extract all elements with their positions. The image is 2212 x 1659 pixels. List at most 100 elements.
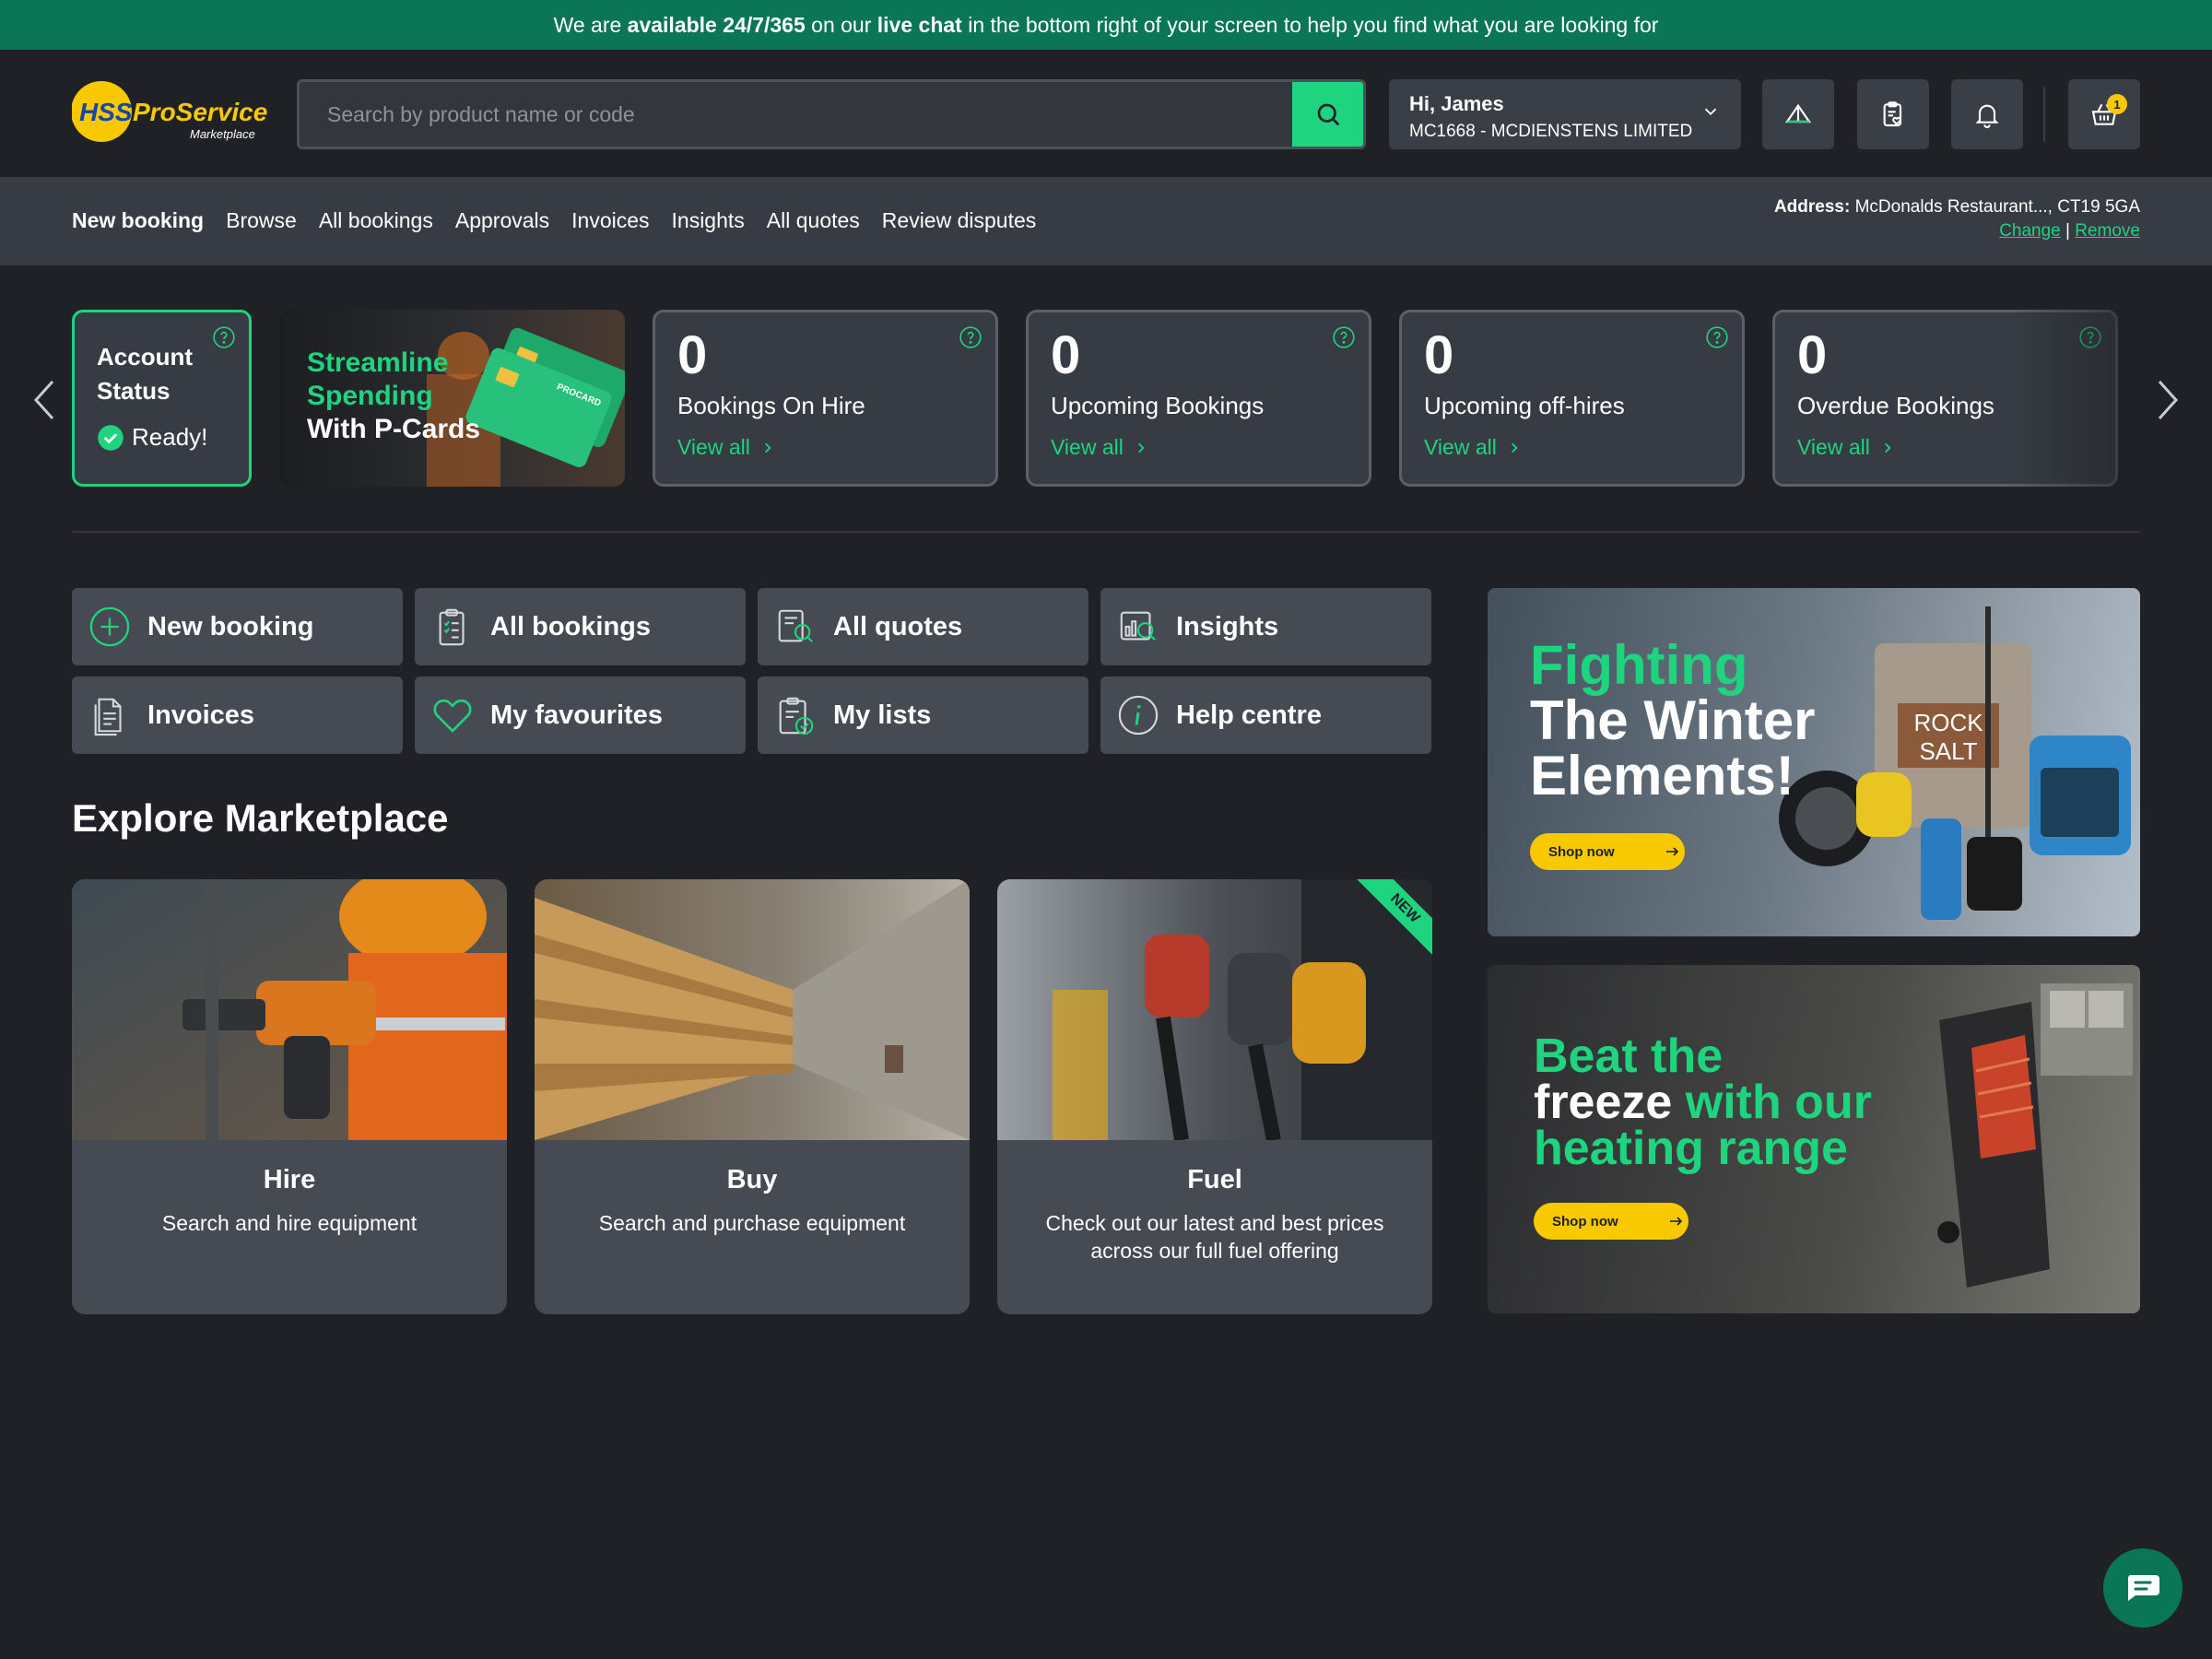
- live-chat-button[interactable]: [2103, 1548, 2183, 1628]
- chevron-right-icon: [2158, 380, 2179, 420]
- carousel-next-button[interactable]: [2149, 372, 2186, 428]
- hire-worker-drill-image: [72, 879, 507, 1140]
- search-button[interactable]: [1292, 82, 1363, 147]
- quick-link-all-quotes[interactable]: All quotes: [758, 588, 1088, 665]
- marketplace-card-title: Buy: [726, 1165, 778, 1194]
- section-divider: [72, 531, 2140, 533]
- favourites-list-button[interactable]: [1857, 79, 1929, 149]
- shop-now-button[interactable]: Shop now: [1530, 833, 1685, 870]
- search-input[interactable]: [300, 82, 1295, 147]
- document-icon: [94, 698, 122, 736]
- chevron-left-icon: [33, 380, 54, 420]
- view-all-link[interactable]: View all: [1424, 435, 1742, 460]
- help-question-icon[interactable]: [1705, 325, 1729, 349]
- address-separator: |: [2065, 221, 2070, 241]
- marketplace-card-buy[interactable]: Buy Search and purchase equipment: [535, 879, 970, 1314]
- marketplace-card-hire[interactable]: Hire Search and hire equipment: [72, 879, 507, 1314]
- marketplace-card-subtitle: Search and purchase equipment: [598, 1211, 906, 1235]
- nav-browse[interactable]: Browse: [226, 208, 297, 233]
- help-question-icon[interactable]: [212, 325, 236, 349]
- quick-link-my-lists[interactable]: My lists: [758, 677, 1088, 754]
- quick-link-label: All bookings: [490, 611, 651, 641]
- account-status-value: Ready!: [132, 423, 208, 451]
- account-status-title: Account Status: [97, 343, 193, 405]
- promo-line-3: With P-Cards: [307, 414, 481, 444]
- clipboard-heart-icon: [1883, 101, 1902, 127]
- nav-insights[interactable]: Insights: [672, 208, 745, 233]
- chevron-right-icon: [1884, 442, 1891, 453]
- arrow-right-icon: [1665, 847, 1678, 856]
- nav-new-booking[interactable]: New booking: [72, 208, 204, 233]
- chevron-right-icon: [1511, 442, 1518, 453]
- nav-all-quotes[interactable]: All quotes: [767, 208, 860, 233]
- basket-button[interactable]: 1: [2068, 79, 2140, 149]
- help-question-icon[interactable]: [959, 325, 982, 349]
- remove-address-link[interactable]: Remove: [2075, 221, 2140, 241]
- arrow-right-icon: [1669, 1217, 1682, 1226]
- view-all-link[interactable]: View all: [677, 435, 995, 460]
- pcards-promo-card[interactable]: PROCARD Streamline Spending With P-Cards: [279, 310, 625, 487]
- svg-text:ROCK: ROCK: [1913, 709, 1983, 736]
- account-selector[interactable]: Hi, James MC1668 - MCDIENSTENS LIMITED: [1389, 79, 1741, 149]
- winter-elements-ad[interactable]: ROCK SALT Fighting The Winter Elements! …: [1488, 588, 2140, 936]
- chevron-right-icon: [1137, 442, 1145, 453]
- heating-range-ad[interactable]: Beat the freeze with our heating range S…: [1488, 965, 2140, 1313]
- stat-label: Bookings On Hire: [677, 392, 865, 419]
- view-all-link[interactable]: View all: [1051, 435, 1369, 460]
- delivery-address: Address: McDonalds Restaurant..., CT19 5…: [1774, 197, 2140, 241]
- change-address-link[interactable]: Change: [1999, 221, 2061, 241]
- announcement-banner: We are available 24/7/365 on our live ch…: [0, 0, 2212, 50]
- nav-all-bookings[interactable]: All bookings: [319, 208, 433, 233]
- heart-icon: [433, 699, 472, 733]
- chevron-down-icon: [1704, 108, 1717, 116]
- ad-line-1: Beat the: [1534, 1030, 1724, 1083]
- carousel-prev-button[interactable]: [26, 372, 63, 428]
- quick-link-label: Insights: [1176, 611, 1279, 641]
- address-value: McDonalds Restaurant..., CT19 5GA: [1854, 197, 2140, 217]
- nav-review-disputes[interactable]: Review disputes: [882, 208, 1036, 233]
- shop-now-button[interactable]: Shop now: [1534, 1203, 1688, 1240]
- address-label: Address:: [1773, 197, 1851, 217]
- marketplace-card-fuel[interactable]: NEW Fuel Check out our latest and best p…: [997, 879, 1432, 1314]
- stat-number: 0: [1051, 325, 1081, 385]
- account-status-card: Account Status Ready!: [72, 310, 252, 487]
- quick-link-label: New booking: [147, 611, 314, 641]
- fuel-pump-nozzles-image: [997, 879, 1432, 1140]
- stat-label: Upcoming off-hires: [1424, 392, 1625, 419]
- quick-link-my-favourites[interactable]: My favourites: [415, 677, 746, 754]
- stat-number: 0: [1424, 325, 1454, 385]
- site-switch-button[interactable]: [1762, 79, 1834, 149]
- info-icon: [1118, 695, 1159, 735]
- promo-line-1: Streamline: [307, 347, 449, 378]
- bookings-on-hire-card: 0 Bookings On Hire View all: [653, 310, 998, 487]
- bell-icon: [1975, 104, 1999, 128]
- notifications-button[interactable]: [1951, 79, 2023, 149]
- nav-invoices[interactable]: Invoices: [571, 208, 649, 233]
- clipboard-check-icon: [779, 697, 814, 735]
- upcoming-offhires-card: 0 Upcoming off-hires View all: [1399, 310, 1745, 487]
- account-company: MC1668 - MCDIENSTENS LIMITED: [1409, 122, 1693, 141]
- stat-label: Upcoming Bookings: [1051, 392, 1265, 419]
- svg-text:Marketplace: Marketplace: [190, 127, 255, 141]
- banner-text-mid: on our: [811, 12, 872, 37]
- ad-line-2: The Winter: [1530, 689, 1816, 751]
- quick-link-label: Invoices: [147, 700, 255, 730]
- ad-line-3: Elements!: [1530, 745, 1794, 806]
- svg-text:ProService: ProService: [133, 98, 267, 126]
- svg-text:HSS: HSS: [79, 98, 133, 126]
- banner-availability: available 24/7/365: [627, 12, 806, 37]
- quick-link-insights[interactable]: Insights: [1100, 588, 1431, 665]
- hss-logo[interactable]: HSS ProService Marketplace: [71, 79, 276, 144]
- check-circle-icon: [98, 424, 124, 451]
- site-tent-icon: [1784, 103, 1812, 124]
- search-icon: [1317, 103, 1339, 126]
- nav-approvals[interactable]: Approvals: [455, 208, 549, 233]
- quick-link-new-booking[interactable]: New booking: [72, 588, 403, 665]
- quick-link-all-bookings[interactable]: All bookings: [415, 588, 746, 665]
- banner-live-chat: live chat: [877, 12, 962, 37]
- quick-link-invoices[interactable]: Invoices: [72, 677, 403, 754]
- quick-link-help-centre[interactable]: Help centre: [1100, 677, 1431, 754]
- chart-search-icon: [1120, 611, 1156, 641]
- ad-line-3: heating range: [1534, 1122, 1848, 1175]
- help-question-icon[interactable]: [1332, 325, 1356, 349]
